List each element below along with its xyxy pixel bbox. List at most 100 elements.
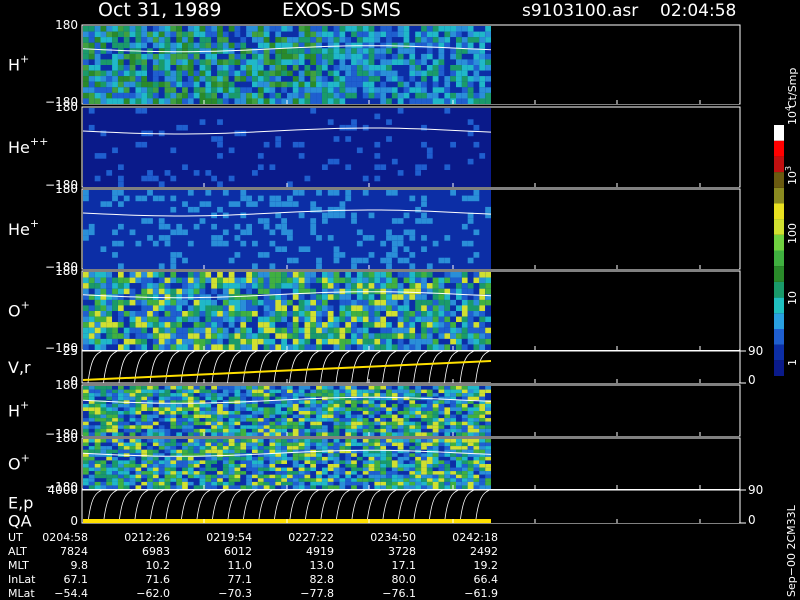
spectrogram-cell [217,87,223,93]
spectrogram-cell [257,218,264,224]
spectrogram-cell [456,453,462,457]
spectrogram-cell [147,485,153,489]
spectrogram-cell [304,81,311,88]
spectrogram-cell [287,421,293,426]
spectrogram-cell [222,311,229,317]
spectrogram-cell [438,305,445,311]
spectrogram-cell [112,277,118,284]
spectrogram-cell [228,42,235,49]
spectrogram-cell [310,446,317,450]
spectrogram-cell [409,252,416,258]
spectrogram-cell [456,48,462,54]
spectrogram-cell [362,414,369,419]
spectrogram-cell [304,327,311,334]
spectrogram-cell [380,453,387,457]
spectrogram-cell [374,344,381,350]
spectrogram-cell [298,294,305,300]
spectrogram-cell [287,400,293,404]
spectrogram-cell [141,421,148,426]
spectrogram-cell [450,428,456,433]
spectrogram-cell [345,407,352,411]
spectrogram-cell [415,464,421,468]
spectrogram-cell [228,26,235,32]
colorbar-swatch [774,125,784,141]
spectrogram-cell [298,246,305,252]
spectrogram-cell [374,414,381,419]
spectrogram-cell [351,389,357,394]
spectrogram-cell [106,460,113,464]
spectrogram-cell [217,235,223,241]
spectrogram-cell [94,299,101,306]
spectrogram-cell [176,305,183,311]
spectrogram-cell [391,294,398,300]
spectrogram-cell [275,485,282,489]
spectrogram-cell [182,393,188,397]
spectrogram-cell [351,344,357,350]
spectrogram-cell [292,432,299,436]
ephemeris-value: 3728 [388,545,416,558]
spectrogram-cell [304,464,311,468]
spectrogram-cell [461,65,468,71]
spectrogram-cell [310,439,317,443]
spectrogram-cell [292,414,299,419]
spectrogram-cell [479,446,486,450]
spectrogram-cell [118,283,124,289]
spectrogram-cell [234,283,241,289]
spectrogram-cell [397,393,404,397]
spectrogram-cell [234,485,241,489]
spectrogram-cell [409,87,416,93]
spectrogram-cell [485,439,491,443]
spectrogram-cell [362,294,369,300]
spectrogram-cell [170,195,177,202]
spectrogram-cell [164,235,171,241]
spectrogram-cell [199,481,206,486]
spectrogram-cell [176,48,183,54]
spectrogram-cell [164,389,171,394]
spectrogram-cell [263,446,270,450]
spectrogram-cell [118,37,124,43]
spectrogram-cell [438,37,445,43]
spectrogram-cell [421,400,427,404]
spectrogram-cell [222,389,229,394]
spectrogram-cell [246,393,252,397]
spectrogram-cell [403,439,410,443]
spectrogram-cell [403,26,410,32]
spectrogram-cell [409,42,416,49]
spectrogram-cell [141,425,148,429]
spectrogram-cell [211,478,217,482]
spectrogram-cell [333,393,340,397]
spectrogram-cell [467,65,474,71]
spectrogram-cell [135,485,142,489]
spectrogram-cell [292,478,299,482]
spectrogram-cell [118,87,124,93]
spectrogram-cell [176,407,183,411]
spectrogram-cell [356,294,363,300]
spectrogram-cell [316,467,322,472]
spectrogram-cell [170,53,177,60]
spectrogram-cell [380,65,387,71]
spectrogram-cell [193,170,200,176]
spectrogram-cell [409,59,416,65]
spectrogram-cell [170,98,177,104]
spectrogram-cell [485,316,491,323]
spectrogram-cell [217,460,223,464]
spectrogram-cell [298,389,305,394]
spectrogram-cell [170,474,177,479]
spectrogram-cell [147,288,153,295]
spectrogram-cell [176,333,183,339]
panel-species-label: He++ [8,135,48,157]
spectrogram-cell [147,283,153,289]
spectrogram-cell [287,481,293,486]
spectrogram-cell [356,453,363,457]
spectrogram-cell [467,311,474,317]
spectrogram-cell [298,421,305,426]
spectrogram-cell [479,322,486,328]
spectrogram-cell [380,474,387,479]
spectrogram-cell [170,414,177,419]
spectrogram-cell [147,467,153,472]
spectrogram-cell [409,456,416,461]
spectrogram-cell [386,235,392,241]
spectrogram-cell [187,299,194,306]
spectrogram-cell [339,98,346,104]
spectrogram-cell [397,65,404,71]
